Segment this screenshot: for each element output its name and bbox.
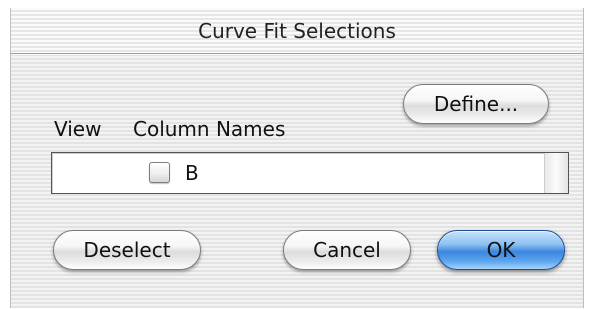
view-column-header: View <box>54 117 102 141</box>
column-list[interactable]: B <box>51 152 569 194</box>
dialog-title-bar[interactable]: Curve Fit Selections <box>11 8 583 54</box>
curve-fit-dialog: Curve Fit Selections Define... View Colu… <box>10 8 584 308</box>
cancel-button[interactable]: Cancel <box>283 230 411 270</box>
dialog-title: Curve Fit Selections <box>198 19 396 43</box>
column-names-header: Column Names <box>133 117 286 141</box>
list-scrollbar[interactable] <box>544 153 568 193</box>
view-checkbox[interactable] <box>149 162 170 183</box>
define-button[interactable]: Define... <box>403 84 549 124</box>
list-item[interactable]: B <box>52 153 546 193</box>
column-name-label: B <box>185 161 199 185</box>
deselect-button[interactable]: Deselect <box>53 230 201 270</box>
ok-button[interactable]: OK <box>437 230 565 270</box>
